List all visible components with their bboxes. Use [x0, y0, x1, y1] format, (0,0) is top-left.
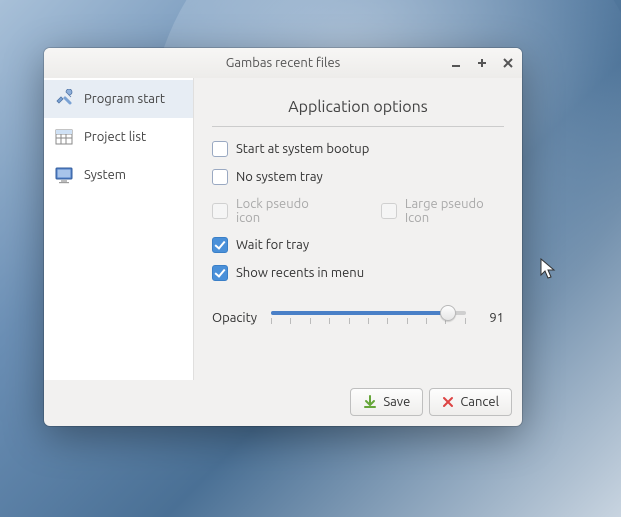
checkbox-start-bootup[interactable] — [212, 141, 228, 157]
option-show-recents: Show recents in menu — [212, 265, 504, 281]
option-label: Show recents in menu — [236, 266, 364, 280]
maximize-button[interactable] — [474, 55, 490, 71]
main-panel: Application options Start at system boot… — [194, 78, 522, 380]
checkbox-lock-pseudo-icon — [212, 203, 228, 219]
option-label: No system tray — [236, 170, 323, 184]
close-icon — [442, 396, 454, 408]
option-label: Wait for tray — [236, 238, 309, 252]
option-label: Lock pseudo icon — [236, 197, 329, 225]
sidebar: Program start Project list — [44, 78, 194, 380]
checkbox-large-pseudo-icon — [381, 203, 397, 219]
titlebar: Gambas recent files — [44, 48, 522, 78]
opacity-value: 91 — [480, 311, 504, 325]
save-icon — [363, 395, 377, 409]
cursor-icon — [540, 258, 558, 282]
footer: Save Cancel — [44, 380, 522, 426]
opacity-row: Opacity 91 — [212, 303, 504, 333]
sidebar-item-project-list[interactable]: Project list — [44, 118, 193, 156]
save-button[interactable]: Save — [350, 388, 423, 416]
section-title: Application options — [212, 90, 504, 127]
option-wait-for-tray: Wait for tray — [212, 237, 504, 253]
option-label: Start at system bootup — [236, 142, 369, 156]
sidebar-item-program-start[interactable]: Program start — [44, 80, 193, 118]
window-title: Gambas recent files — [226, 56, 341, 70]
checkbox-wait-for-tray[interactable] — [212, 237, 228, 253]
option-start-bootup: Start at system bootup — [212, 141, 504, 157]
option-label: Large pseudo Icon — [405, 197, 504, 225]
window-controls — [448, 48, 516, 78]
sidebar-item-system[interactable]: System — [44, 156, 193, 194]
window-body: Program start Project list — [44, 78, 522, 380]
sidebar-item-label: Program start — [84, 92, 165, 106]
close-button[interactable] — [500, 55, 516, 71]
opacity-slider[interactable] — [271, 303, 466, 333]
cancel-button[interactable]: Cancel — [429, 388, 512, 416]
opacity-label: Opacity — [212, 311, 257, 325]
settings-window: Gambas recent files — [44, 48, 522, 426]
monitor-icon — [54, 165, 74, 185]
checkbox-show-recents[interactable] — [212, 265, 228, 281]
option-pseudo-icons: Lock pseudo icon Large pseudo Icon — [212, 197, 504, 225]
checkbox-no-system-tray[interactable] — [212, 169, 228, 185]
sidebar-item-label: Project list — [84, 130, 146, 144]
sidebar-item-label: System — [84, 168, 126, 182]
minimize-button[interactable] — [448, 55, 464, 71]
table-icon — [54, 127, 74, 147]
button-label: Cancel — [460, 395, 499, 409]
option-no-system-tray: No system tray — [212, 169, 504, 185]
tools-icon — [54, 89, 74, 109]
button-label: Save — [383, 395, 410, 409]
